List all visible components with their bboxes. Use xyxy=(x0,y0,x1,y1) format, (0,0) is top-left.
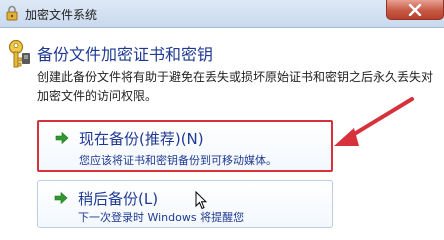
backup-now-option[interactable]: 现在备份(推荐)(N) 您应该将证书和密钥备份到可移动媒体。 xyxy=(37,120,333,172)
close-icon xyxy=(408,4,422,16)
key-icon xyxy=(6,39,32,73)
window-title: 加密文件系统 xyxy=(25,8,98,22)
dialog-heading: 备份文件加密证书和密钥 xyxy=(37,45,214,64)
backup-later-label: 稍后备份(L) xyxy=(78,190,159,208)
red-annotation-arrow-icon xyxy=(330,95,415,159)
green-arrow-icon xyxy=(54,190,68,209)
backup-now-label: 现在备份(推荐)(N) xyxy=(79,130,204,148)
backup-later-option[interactable]: 稍后备份(L) 下一次登录时 Windows 将提醒您 xyxy=(37,180,333,228)
backup-now-sublabel: 您应该将证书和密钥备份到可移动媒体。 xyxy=(79,154,277,167)
green-arrow-icon xyxy=(55,130,69,149)
key-lock-icon xyxy=(5,5,21,21)
title-bar: 加密文件系统 xyxy=(0,0,444,28)
mouse-cursor-icon xyxy=(195,190,208,214)
backup-later-sublabel: 下一次登录时 Windows 将提醒您 xyxy=(78,211,245,224)
close-button[interactable] xyxy=(386,0,444,20)
